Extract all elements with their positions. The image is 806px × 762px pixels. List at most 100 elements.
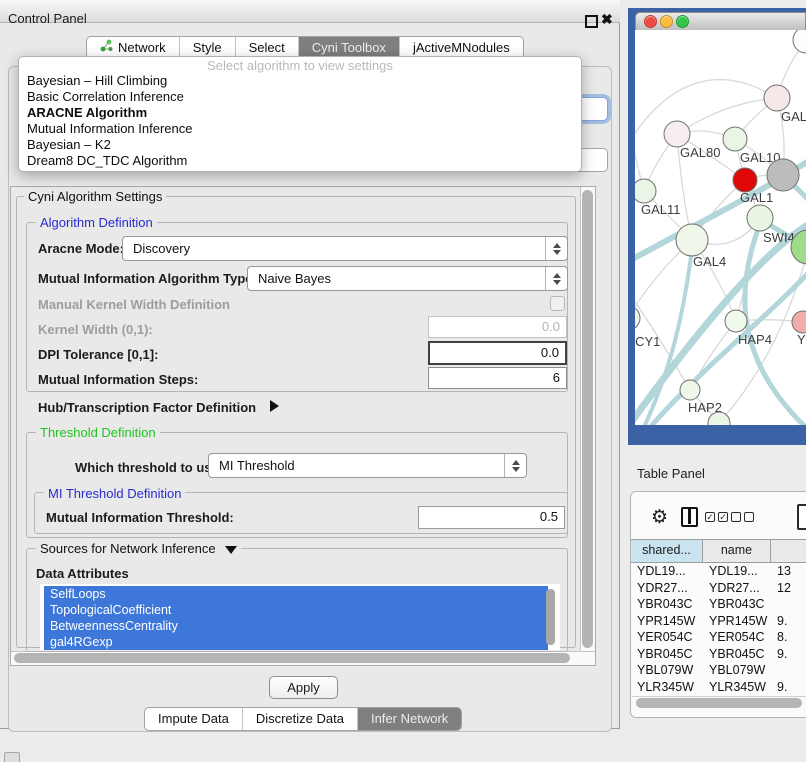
table-cell — [771, 662, 806, 679]
table-cell — [771, 596, 806, 613]
kernel-width-label: Kernel Width (0,1): — [38, 322, 153, 337]
table-cell: YER054C — [631, 629, 703, 646]
tab-impute-data[interactable]: Impute Data — [145, 708, 242, 730]
table-cell: YBL079W — [703, 662, 771, 679]
minimize-traffic-icon[interactable] — [660, 15, 673, 28]
table-column-header[interactable]: name — [703, 540, 771, 562]
network-node-GAL80[interactable] — [664, 121, 690, 147]
tab-label: Impute Data — [158, 708, 229, 730]
apply-button[interactable]: Apply — [269, 676, 338, 699]
aracne-mode-label: Aracne Mode: — [38, 241, 124, 256]
mi-steps-field[interactable]: 6 — [428, 367, 567, 389]
hub-factor-expander[interactable]: Hub/Transcription Factor Definition — [38, 400, 279, 415]
algorithm-option[interactable]: Dream8 DC_TDC Algorithm — [19, 153, 581, 169]
tab-label: Infer Network — [371, 708, 448, 730]
network-node-GCY1[interactable] — [635, 306, 640, 330]
network-node-label: Y — [797, 332, 806, 347]
table-cell: YBR043C — [703, 596, 771, 613]
network-node-gray-node[interactable] — [767, 159, 799, 191]
checked-columns-icon[interactable]: ✓✓ — [705, 512, 728, 522]
network-node-GAL11[interactable] — [635, 179, 656, 203]
table-column-header[interactable]: shared... — [631, 540, 703, 562]
table-row[interactable]: YBR043CYBR043C — [631, 596, 806, 613]
network-node-salmon-node[interactable] — [792, 311, 806, 333]
network-node-GAL10[interactable] — [723, 127, 747, 151]
table-cell: 9. — [771, 646, 806, 663]
table-row[interactable]: YLR345WYLR345W9. — [631, 679, 806, 696]
mi-type-select[interactable]: Naive Bayes — [247, 266, 568, 291]
network-node-label: GCY1 — [635, 334, 660, 349]
attribute-item[interactable]: gal4RGexp — [44, 634, 548, 650]
mi-type-label: Mutual Information Algorithm Type: — [38, 271, 257, 286]
close-traffic-icon[interactable] — [644, 15, 657, 28]
horizontal-scrollbar-thumb[interactable] — [14, 653, 570, 663]
table-hscrollbar-thumb[interactable] — [636, 698, 802, 708]
network-node-GAL4[interactable] — [676, 224, 708, 256]
manual-kernel-checkbox[interactable] — [550, 296, 565, 311]
algorithm-option[interactable]: ARACNE Algorithm — [19, 105, 581, 121]
tab-jactivemnodules[interactable]: jActiveMNodules — [399, 37, 523, 58]
network-edge — [635, 80, 777, 145]
stepper-arrows-icon — [504, 454, 526, 477]
network-node-HAP2[interactable] — [680, 380, 700, 400]
table-cell: YDR27... — [703, 580, 771, 597]
algorithm-dropdown-popup: Select algorithm to view settings Bayesi… — [18, 56, 582, 172]
attribute-item[interactable]: BetweennessCentrality — [44, 618, 548, 634]
network-node-HAP4[interactable] — [725, 310, 747, 332]
tab-network[interactable]: Network — [87, 37, 179, 58]
gear-icon[interactable]: ⚙ — [651, 506, 668, 529]
table-cell: YBR045C — [703, 646, 771, 663]
document-icon[interactable] — [797, 504, 806, 530]
table-row[interactable]: YBR045CYBR045C9. — [631, 646, 806, 663]
table-row[interactable]: YPR145WYPR145W9. — [631, 613, 806, 630]
sources-expander[interactable]: Sources for Network Inference — [36, 541, 241, 556]
algorithm-option[interactable]: Basic Correlation Inference — [19, 89, 581, 105]
algorithm-option[interactable]: Mutual Information Inference — [19, 121, 581, 137]
unchecked-columns-icon[interactable] — [731, 512, 754, 522]
attribute-item[interactable]: SelfLoops — [44, 586, 548, 602]
node-table: shared...nameYDL19...YDL19...13YDR27...Y… — [631, 539, 806, 712]
expander-right-arrow-icon — [270, 400, 279, 412]
table-cell: 13 — [771, 563, 806, 580]
algorithm-option[interactable]: Bayesian – Hill Climbing — [19, 73, 581, 89]
tab-style[interactable]: Style — [179, 37, 235, 58]
network-node-GAL7[interactable] — [764, 85, 790, 111]
aracne-mode-select[interactable]: Discovery — [122, 236, 568, 261]
table-row[interactable]: YBL079WYBL079W — [631, 662, 806, 679]
table-row[interactable]: YER054CYER054C8. — [631, 629, 806, 646]
network-node-label: HAP4 — [738, 332, 772, 347]
attributes-list-scrollbar-thumb[interactable] — [546, 589, 555, 645]
zoom-traffic-icon[interactable] — [676, 15, 689, 28]
vertical-scrollbar-thumb[interactable] — [582, 190, 593, 648]
which-threshold-select[interactable]: MI Threshold — [208, 453, 527, 478]
attribute-item[interactable]: TopologicalCoefficient — [44, 602, 548, 618]
float-window-icon[interactable] — [585, 15, 598, 28]
table-panel-title: Table Panel — [637, 466, 705, 481]
tab-select[interactable]: Select — [235, 37, 298, 58]
kernel-width-field[interactable]: 0.0 — [428, 316, 567, 338]
algorithm-option[interactable]: Bayesian – K2 — [19, 137, 581, 153]
control-panel-titlebar[interactable] — [0, 0, 620, 23]
mi-threshold-field[interactable]: 0.5 — [418, 506, 565, 529]
network-canvas[interactable]: GAL7GAL80GAL10GAL1GAL11SWI4GAL4GCY1HAP4Y… — [635, 30, 806, 425]
dpi-tolerance-field[interactable]: 0.0 — [428, 341, 567, 365]
mi-steps-label: Mutual Information Steps: — [38, 372, 198, 387]
threshold-definition-title: Threshold Definition — [36, 425, 160, 440]
tab-discretize-data[interactable]: Discretize Data — [242, 708, 357, 730]
network-node-GAL1[interactable] — [733, 168, 757, 192]
table-row[interactable]: YDR27...YDR27...12 — [631, 580, 806, 597]
collapsed-panel-button[interactable] — [4, 752, 20, 762]
tab-cyni-toolbox[interactable]: Cyni Toolbox — [298, 37, 399, 58]
split-view-icon[interactable] — [681, 507, 698, 527]
table-column-header[interactable] — [771, 540, 806, 562]
aracne-mode-value: Discovery — [123, 241, 545, 256]
table-row[interactable]: YDL19...YDL19...13 — [631, 563, 806, 580]
expander-down-arrow-icon — [225, 546, 237, 554]
tab-infer-network[interactable]: Infer Network — [357, 708, 461, 730]
table-cell: YDL19... — [631, 563, 703, 580]
close-icon[interactable]: ✖ — [601, 11, 613, 27]
network-node-SWI4[interactable] — [747, 205, 773, 231]
network-node-top-partial[interactable] — [793, 30, 806, 53]
which-threshold-label: Which threshold to use: — [75, 460, 223, 475]
hub-factor-label: Hub/Transcription Factor Definition — [38, 400, 256, 415]
